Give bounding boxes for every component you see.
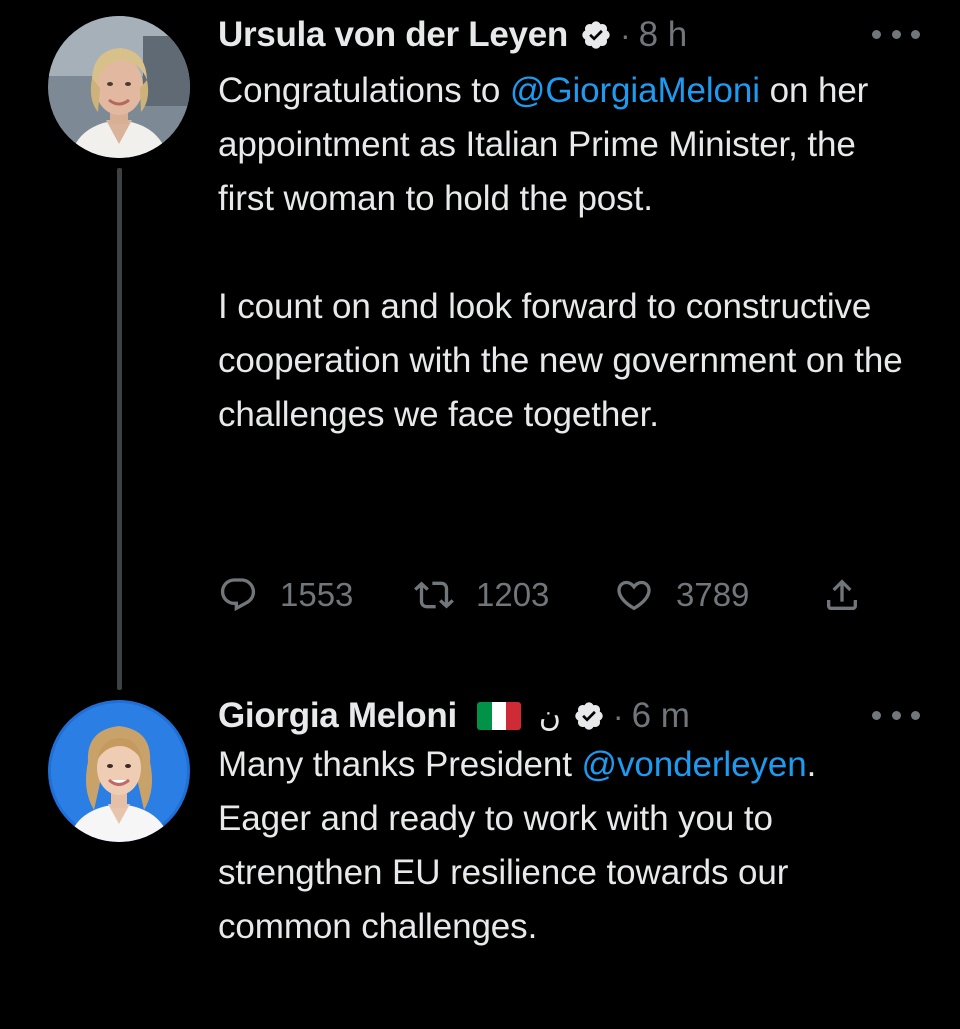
author-name[interactable]: Ursula von der Leyen (218, 15, 568, 55)
more-horizontal-icon[interactable] (872, 700, 920, 730)
avatar-image (48, 700, 190, 842)
retweet-count: 1203 (476, 576, 550, 613)
avatar[interactable] (48, 16, 190, 158)
timestamp[interactable]: 8 h (639, 15, 688, 55)
mention-link[interactable]: @vonderleyen (582, 745, 807, 784)
text-segment: Congratulations to (218, 71, 510, 110)
tweet-header: Ursula von der Leyen · 8 h (218, 13, 920, 57)
reply-count: 1553 (280, 576, 354, 613)
more-horizontal-icon[interactable] (872, 19, 920, 49)
separator-dot: · (619, 16, 631, 53)
author-name[interactable]: Giorgia Meloni (218, 696, 457, 736)
tweet-text: Congratulations to @GiorgiaMeloni on her… (218, 64, 918, 442)
timestamp[interactable]: 6 m (632, 696, 690, 736)
italy-flag-icon (476, 702, 521, 730)
reply-button[interactable]: 1553 (218, 575, 414, 615)
like-button[interactable]: 3789 (614, 575, 822, 615)
reply-icon (220, 578, 256, 612)
tweet-actions: 1553 1203 3789 (218, 568, 862, 622)
share-button[interactable] (822, 575, 862, 615)
avatar[interactable] (48, 700, 190, 842)
share-icon (827, 579, 857, 610)
tweet-header: Giorgia Meloni ن · 6 m (218, 694, 920, 738)
tweet-ursula[interactable]: Ursula von der Leyen · 8 h Congratulatio… (0, 0, 960, 690)
retweet-icon (414, 581, 454, 609)
retweet-button[interactable]: 1203 (414, 575, 614, 615)
like-count: 3789 (676, 576, 750, 613)
verified-badge-icon (582, 21, 610, 49)
separator-dot: · (612, 697, 624, 734)
name-suffix: ن (538, 698, 561, 734)
avatar-image (48, 16, 190, 158)
heart-icon (617, 580, 651, 611)
tweet-text: Many thanks President @vonderleyen. Eage… (218, 738, 918, 954)
text-paragraph: I count on and look forward to construct… (218, 287, 903, 434)
mention-link[interactable]: @GiorgiaMeloni (510, 71, 760, 110)
tweet-meloni[interactable]: Giorgia Meloni ن · 6 m Many thanks Presi… (0, 690, 960, 1029)
text-segment: Many thanks President (218, 745, 582, 784)
verified-badge-icon (575, 702, 603, 730)
